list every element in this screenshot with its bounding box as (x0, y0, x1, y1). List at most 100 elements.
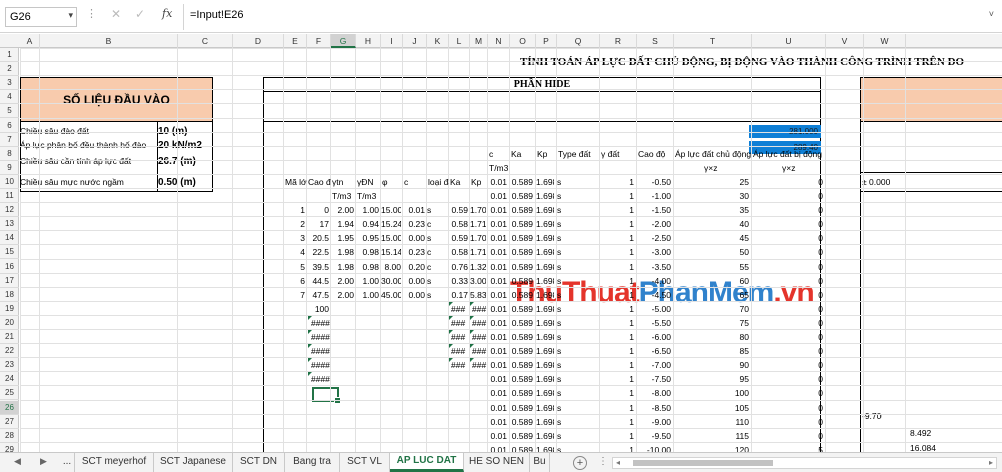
calc-cell[interactable]: 1.698 (536, 246, 554, 259)
soil-cell[interactable]: ### (451, 303, 469, 316)
calc-cell[interactable]: 0 (752, 345, 823, 358)
calc-cell[interactable]: 0 (752, 402, 823, 415)
row-header[interactable]: 21 (0, 330, 19, 345)
column-header[interactable]: R (600, 34, 637, 48)
soil-cell[interactable]: 15.00 (381, 232, 401, 245)
calc-cell[interactable]: 0 (752, 331, 823, 344)
calc-cell[interactable]: 85 (674, 345, 749, 358)
column-header[interactable]: W (864, 34, 906, 48)
calc-cell[interactable]: 0 (752, 176, 823, 189)
column-header[interactable]: F (307, 34, 331, 48)
calc-cell[interactable]: 1 (600, 430, 634, 443)
calc-cell[interactable]: 1 (600, 359, 634, 372)
row-header[interactable]: 27 (0, 415, 19, 429)
soil-cell[interactable]: 0.17 (449, 289, 468, 302)
calc-cell[interactable]: 90 (674, 359, 749, 372)
scroll-tabs-right-icon[interactable]: ▶ (40, 456, 47, 467)
calc-cell[interactable]: 80 (674, 331, 749, 344)
soil-cell[interactable]: 8.00 (381, 261, 401, 274)
sheet-tab[interactable]: SCT meyerhof (75, 453, 154, 472)
soil-cell[interactable]: c (427, 261, 447, 274)
calc-cell[interactable]: 1.698 (536, 402, 554, 415)
soil-cell[interactable]: 0.23 (403, 246, 425, 259)
soil-cell[interactable]: #### (311, 331, 331, 344)
sheet-tab[interactable]: SCT DN (233, 453, 285, 472)
soil-cell[interactable]: 1.95 (331, 232, 354, 245)
insert-function-icon[interactable]: fx (162, 7, 172, 20)
calc-cell[interactable]: s (557, 430, 597, 443)
calc-cell[interactable]: 0.01 (488, 246, 507, 259)
calc-cell[interactable]: 0 (752, 359, 823, 372)
row-header[interactable]: 26 (0, 400, 19, 415)
soil-cell[interactable]: 0.23 (403, 218, 425, 231)
soil-cell[interactable]: 3 (284, 232, 305, 245)
calc-cell[interactable]: 100 (674, 387, 749, 400)
soil-cell[interactable]: 1.70 (470, 204, 486, 217)
formula-input[interactable]: =Input!E26 (190, 9, 244, 21)
enter-icon[interactable]: ✓ (135, 7, 145, 21)
calc-cell[interactable]: 1.698 (536, 303, 554, 316)
scroll-tabs-left-icon[interactable]: ◀ (14, 456, 21, 467)
calc-cell[interactable]: -3.00 (637, 246, 671, 259)
calc-cell[interactable]: 0.01 (488, 289, 507, 302)
calc-cell[interactable]: 0.589 (510, 275, 533, 288)
calc-cell[interactable]: s (557, 402, 597, 415)
calc-cell[interactable]: 0.01 (488, 430, 507, 443)
soil-cell[interactable]: 0.00 (403, 289, 425, 302)
soil-cell[interactable]: 1.71 (470, 246, 486, 259)
chevron-down-icon[interactable]: ▾ (68, 10, 73, 21)
calc-cell[interactable]: 0.01 (488, 402, 507, 415)
soil-cell[interactable]: 45.00 (381, 289, 401, 302)
soil-cell[interactable]: 22.5 (307, 246, 329, 259)
soil-cell[interactable]: 1.00 (356, 289, 379, 302)
calc-cell[interactable]: 0.589 (510, 317, 533, 330)
calc-cell[interactable]: 1.698 (536, 373, 554, 386)
worksheet-grid[interactable]: TÍNH TOÁN ÁP LỰC ĐẤT CHỦ ĐỘNG, BỊ ĐỘNG V… (20, 48, 1002, 452)
soil-cell[interactable]: 39.5 (307, 261, 329, 274)
calc-cell[interactable]: s (557, 204, 597, 217)
scroll-right-icon[interactable]: ▸ (989, 458, 993, 467)
soil-cell[interactable]: 0.95 (356, 232, 379, 245)
soil-cell[interactable]: 2.00 (331, 275, 354, 288)
calc-cell[interactable]: s (557, 246, 597, 259)
calc-cell[interactable]: 60 (674, 275, 749, 288)
calc-cell[interactable]: s (557, 232, 597, 245)
soil-cell[interactable]: ### (451, 331, 469, 344)
calc-cell[interactable]: -1.00 (637, 190, 671, 203)
calc-cell[interactable]: 0.589 (510, 345, 533, 358)
row-header[interactable]: 12 (0, 203, 19, 218)
calc-cell[interactable]: 120 (674, 444, 749, 452)
soil-cell[interactable]: 6 (284, 275, 305, 288)
soil-cell[interactable]: 3.00 (470, 275, 486, 288)
calc-cell[interactable]: 1 (600, 204, 634, 217)
soil-cell[interactable]: 0.20 (403, 261, 425, 274)
column-header[interactable]: N (488, 34, 510, 48)
calc-cell[interactable]: 0.01 (488, 359, 507, 372)
row-header[interactable]: 23 (0, 358, 19, 373)
calc-cell[interactable]: 45 (674, 232, 749, 245)
column-header[interactable]: V (826, 34, 864, 48)
calc-cell[interactable]: 1 (600, 218, 634, 231)
column-header[interactable]: G (331, 34, 356, 48)
calc-cell[interactable]: -7.50 (637, 373, 671, 386)
calc-cell[interactable]: 1.698 (536, 232, 554, 245)
calc-cell[interactable]: -5.50 (637, 317, 671, 330)
row-header[interactable]: 22 (0, 344, 19, 359)
row-header[interactable]: 7 (0, 133, 19, 147)
calc-cell[interactable]: 1.698 (536, 430, 554, 443)
column-header[interactable]: O (510, 34, 536, 48)
calc-cell[interactable]: -9.50 (637, 430, 671, 443)
calc-cell[interactable]: s (557, 190, 597, 203)
soil-cell[interactable]: 17 (307, 218, 329, 231)
soil-cell[interactable]: c (427, 246, 447, 259)
soil-cell[interactable]: 1.71 (470, 218, 486, 231)
calc-cell[interactable]: 1 (600, 416, 634, 429)
calc-cell[interactable]: 1.698 (536, 176, 554, 189)
row-header[interactable]: 8 (0, 147, 19, 161)
calc-cell[interactable]: 0.589 (510, 218, 533, 231)
calc-cell[interactable]: s (557, 317, 597, 330)
soil-cell[interactable]: 0.01 (403, 204, 425, 217)
calc-cell[interactable]: 0.01 (488, 303, 507, 316)
calc-cell[interactable]: 1 (600, 303, 634, 316)
name-box[interactable]: G26 ▾ (5, 7, 77, 27)
